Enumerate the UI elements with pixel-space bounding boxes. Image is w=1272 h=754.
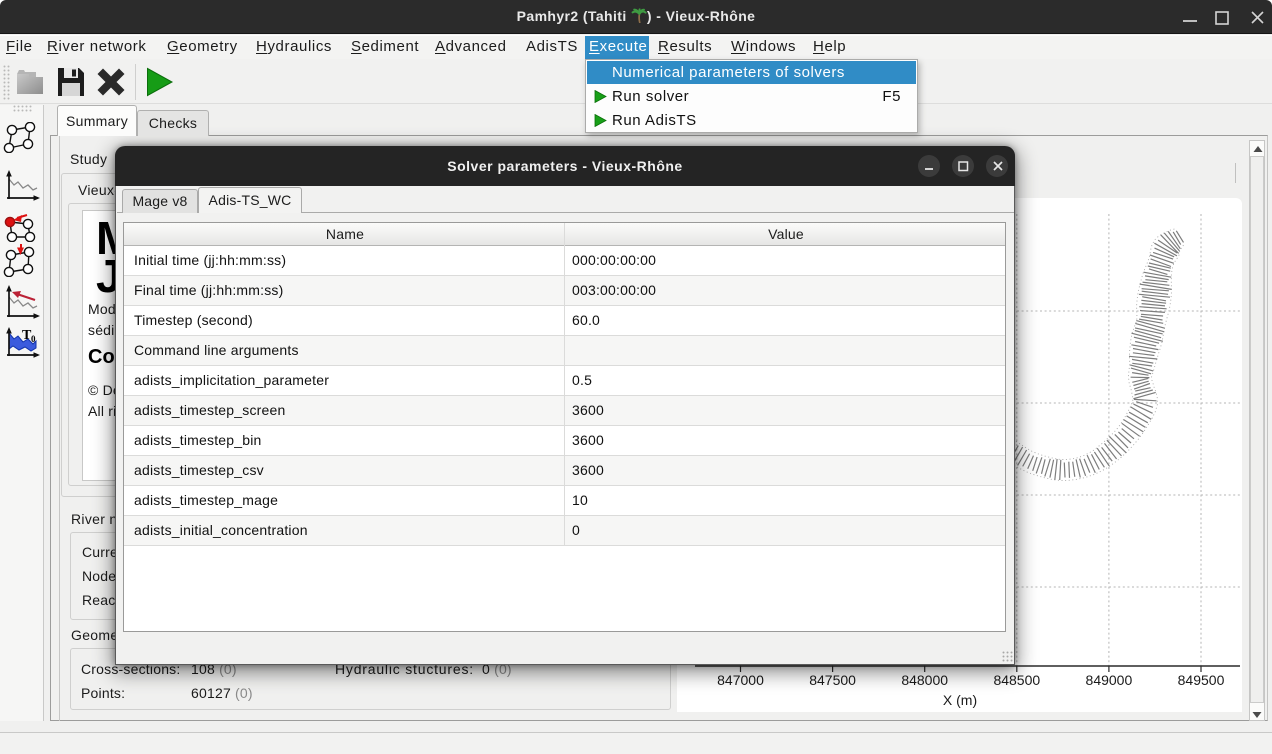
svg-text:849500: 849500 — [1178, 672, 1225, 688]
svg-text:X (m): X (m) — [943, 692, 977, 708]
svg-text:848500: 848500 — [993, 672, 1040, 688]
svg-text:848000: 848000 — [901, 672, 948, 688]
svg-text:847500: 847500 — [809, 672, 856, 688]
svg-text:0: 0 — [31, 334, 36, 344]
svg-text:847000: 847000 — [717, 672, 764, 688]
svg-text:849000: 849000 — [1086, 672, 1133, 688]
